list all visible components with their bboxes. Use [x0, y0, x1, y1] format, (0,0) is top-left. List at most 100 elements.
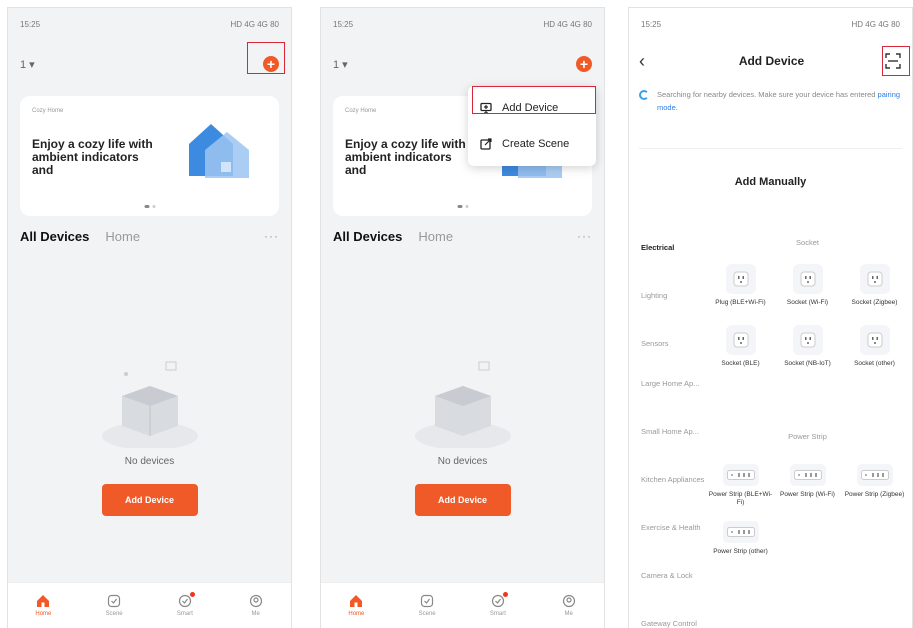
- page-header: ‹ Add Device: [639, 48, 902, 74]
- category-small-home-appliances[interactable]: Small Home Ap...: [629, 426, 705, 437]
- socket-icon: [792, 325, 823, 355]
- home-screen: 15:25 HD 4G 4G 80 1 ▾ + Cozy Home Enjoy …: [7, 7, 292, 628]
- category-sidebar: Electrical Lighting Sensors Large Home A…: [629, 226, 707, 628]
- home-header: 1 ▾ +: [333, 52, 592, 76]
- empty-box-illustration: [414, 361, 511, 448]
- status-time: 15:25: [20, 19, 41, 29]
- tabbar-item-me[interactable]: Me: [231, 594, 281, 617]
- status-icons: HD 4G 4G 80: [543, 19, 592, 29]
- back-arrow-icon[interactable]: ‹: [639, 51, 659, 72]
- tabbar-item-home[interactable]: Home: [331, 594, 381, 617]
- page-title: Add Device: [738, 54, 805, 68]
- device-label: Socket (NB-IoT): [784, 360, 831, 367]
- tab-all-devices[interactable]: All Devices: [333, 229, 402, 244]
- tabbar-label-me: Me: [564, 611, 573, 617]
- tab-home[interactable]: Home: [418, 229, 453, 244]
- tabbar-label-scene: Scene: [418, 611, 436, 617]
- device-tile[interactable]: Power Strip (BLE+Wi-Fi): [707, 464, 774, 507]
- socket-icon: [792, 264, 823, 294]
- loading-spinner-icon: [639, 90, 649, 100]
- searching-text: Searching for nearby devices. Make sure …: [657, 90, 876, 99]
- tabbar-label-home: Home: [348, 611, 365, 617]
- add-device-button[interactable]: Add Device: [414, 484, 511, 516]
- home-selector[interactable]: 1 ▾: [333, 58, 348, 71]
- section-power-strip: Power Strip: [788, 432, 827, 441]
- device-label: Socket (Zigbee): [851, 299, 898, 306]
- tabbar-item-smart[interactable]: Smart: [473, 592, 523, 617]
- section-socket: Socket: [796, 238, 819, 247]
- device-label: Socket (other): [854, 360, 895, 367]
- tabbar-item-scene[interactable]: Scene: [402, 594, 452, 617]
- device-label: Power Strip (Zigbee): [844, 491, 905, 498]
- device-tile[interactable]: Power Strip (other): [707, 521, 774, 556]
- category-large-home-appliances[interactable]: Large Home Ap...: [629, 378, 705, 389]
- category-electrical[interactable]: Electrical: [629, 242, 705, 253]
- tabbar-label-home: Home: [35, 611, 52, 617]
- empty-state-text: No devices: [124, 456, 175, 467]
- status-icons: HD 4G 4G 80: [851, 19, 900, 29]
- tabbar-item-home[interactable]: Home: [18, 594, 68, 617]
- add-device-button[interactable]: Add Device: [101, 484, 198, 516]
- tabbar-label-scene: Scene: [105, 611, 123, 617]
- device-tile[interactable]: Power Strip (Zigbee): [841, 464, 908, 507]
- home-icon: [350, 595, 363, 607]
- menu-item-create-scene[interactable]: Create Scene: [480, 130, 588, 158]
- add-plus-button[interactable]: +: [576, 56, 592, 72]
- home-header: 1 ▾ +: [20, 52, 279, 76]
- device-tile[interactable]: Plug (BLE+Wi-Fi): [707, 264, 774, 307]
- carousel-dots: [144, 205, 155, 208]
- banner-title: Enjoy a cozy life with ambient indicator…: [32, 137, 153, 177]
- device-tile[interactable]: Socket (BLE): [707, 325, 774, 368]
- home-selector[interactable]: 1 ▾: [20, 58, 35, 71]
- socket-icon: [859, 325, 890, 355]
- power-strip-icon: [722, 521, 759, 543]
- device-tabs: All Devices Home ···: [20, 226, 279, 246]
- create-scene-icon: [480, 138, 492, 150]
- category-camera-lock[interactable]: Camera & Lock: [629, 570, 705, 581]
- tabbar-item-scene[interactable]: Scene: [89, 594, 139, 617]
- tabbar-label-me: Me: [251, 611, 260, 617]
- device-label: Socket (Wi-Fi): [786, 299, 829, 306]
- notification-badge: [502, 592, 508, 597]
- more-icon[interactable]: ···: [577, 229, 592, 243]
- device-label: Socket (BLE): [721, 360, 760, 367]
- device-tile[interactable]: Power Strip (Wi-Fi): [774, 464, 841, 507]
- add-device-screen: 15:25 HD 4G 4G 80 ‹ Add Device Searching…: [628, 7, 913, 628]
- tabbar-label-smart: Smart: [489, 611, 506, 617]
- tabbar-item-smart[interactable]: Smart: [160, 592, 210, 617]
- device-tile[interactable]: Socket (other): [841, 325, 908, 368]
- more-icon[interactable]: ···: [264, 229, 279, 243]
- device-tile[interactable]: Socket (Zigbee): [841, 264, 908, 307]
- category-gateway-control[interactable]: Gateway Control: [629, 618, 705, 628]
- device-label: Plug (BLE+Wi-Fi): [715, 299, 766, 306]
- category-sensors[interactable]: Sensors: [629, 338, 705, 349]
- status-time: 15:25: [641, 19, 662, 29]
- tab-all-devices[interactable]: All Devices: [20, 229, 89, 244]
- banner-subtitle: Cozy Home: [32, 108, 64, 114]
- banner-title: Enjoy a cozy life with ambient indicator…: [345, 137, 466, 177]
- device-label: Power Strip (BLE+Wi-Fi): [708, 491, 773, 506]
- power-strip-grid: Power Strip (BLE+Wi-Fi) Power Strip (Wi-…: [707, 464, 908, 556]
- device-tile[interactable]: Socket (Wi-Fi): [774, 264, 841, 307]
- power-strip-icon: [722, 464, 759, 486]
- device-label: Power Strip (Wi-Fi): [780, 491, 835, 498]
- device-tile[interactable]: Socket (NB-IoT): [774, 325, 841, 368]
- empty-box-illustration: [101, 361, 198, 448]
- tabbar-item-me[interactable]: Me: [544, 594, 594, 617]
- empty-state-text: No devices: [437, 456, 488, 467]
- status-time: 15:25: [333, 19, 354, 29]
- banner-card[interactable]: Cozy Home Enjoy a cozy life with ambient…: [20, 96, 279, 216]
- socket-grid: Plug (BLE+Wi-Fi) Socket (Wi-Fi) Socket (…: [707, 264, 908, 368]
- device-label: Power Strip (other): [713, 548, 768, 555]
- power-strip-icon: [789, 464, 826, 486]
- tabbar-label-smart: Smart: [176, 611, 193, 617]
- category-kitchen-appliances[interactable]: Kitchen Appliances: [629, 474, 705, 485]
- searching-notice: Searching for nearby devices. Make sure …: [639, 88, 902, 114]
- category-lighting[interactable]: Lighting: [629, 290, 705, 301]
- highlight-box: [882, 46, 910, 76]
- banner-subtitle: Cozy Home: [345, 108, 377, 114]
- category-exercise-health[interactable]: Exercise & Health: [629, 522, 705, 533]
- me-icon: [562, 594, 575, 608]
- highlight-box: [247, 42, 285, 74]
- tab-home[interactable]: Home: [105, 229, 140, 244]
